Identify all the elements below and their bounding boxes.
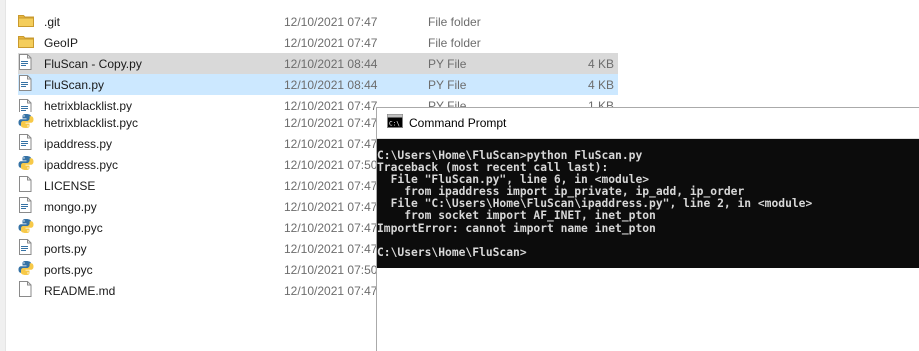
file-name: LICENSE [44, 178, 96, 193]
python-compiled-icon [18, 260, 44, 279]
file-date-modified: 12/10/2021 08:44 [284, 56, 378, 71]
py-file-icon [18, 239, 44, 258]
file-name: hetrixblacklist.py [44, 99, 133, 112]
navigation-pane-edge [0, 0, 6, 351]
console-line: from socket import AF_INET, inet_pton [377, 209, 656, 223]
svg-text:C:\: C:\ [389, 120, 400, 127]
file-type: File folder [428, 35, 481, 50]
python-compiled-icon [18, 155, 44, 174]
file-name: .git [44, 14, 61, 29]
file-name: GeoIP [44, 35, 79, 50]
console-empty-area [377, 268, 919, 351]
py-file-icon [18, 197, 44, 216]
file-name: mongo.pyc [44, 220, 103, 235]
file-date-modified: 12/10/2021 07:47 [284, 14, 378, 29]
file-name: ipaddress.py [44, 136, 113, 151]
file-type: PY File [428, 56, 467, 71]
command-prompt-window[interactable]: C:\ Command Prompt C:\Users\Home\FluScan… [376, 107, 919, 351]
folder-icon [18, 34, 44, 51]
py-file-icon [18, 54, 44, 73]
file-row[interactable]: FluScan - Copy.py 12/10/2021 08:44 PY File… [18, 53, 618, 74]
file-type: File folder [428, 14, 481, 29]
file-row[interactable]: FluScan.py 12/10/2021 08:44 PY File 4 KB [18, 74, 618, 95]
console-line: C:\Users\Home\FluScan> [377, 245, 527, 259]
screen: .git 12/10/2021 07:47 File folder GeoIP 12/1… [0, 0, 919, 351]
py-file-icon [18, 75, 44, 94]
file-date-modified: 12/10/2021 08:44 [284, 77, 378, 92]
file-size: 4 KB [587, 77, 614, 92]
file-name: README.md [44, 283, 116, 298]
file-size: 4 KB [587, 56, 614, 71]
file-type: PY File [428, 77, 467, 92]
file-name: FluScan.py [44, 77, 105, 92]
console-line: ImportError: cannot import name inet_pto… [377, 221, 656, 235]
py-file-icon [18, 99, 44, 112]
blank-file-icon [18, 176, 44, 195]
file-name: ports.py [44, 241, 87, 256]
file-name: hetrixblacklist.pyc [44, 115, 139, 130]
command-prompt-titlebar[interactable]: C:\ Command Prompt [377, 108, 919, 139]
folder-icon [18, 13, 44, 30]
command-prompt-title: Command Prompt [409, 116, 507, 130]
file-name: FluScan - Copy.py [44, 56, 142, 71]
file-row[interactable]: GeoIP 12/10/2021 07:47 File folder [18, 32, 618, 53]
command-prompt-icon: C:\ [387, 113, 403, 133]
console-output[interactable]: C:\Users\Home\FluScan>python FluScan.py T… [377, 139, 919, 268]
py-file-icon [18, 134, 44, 153]
file-name: ports.pyc [44, 262, 93, 277]
python-compiled-icon [18, 113, 44, 132]
file-name: mongo.py [44, 199, 97, 214]
file-name: ipaddress.pyc [44, 157, 119, 172]
blank-file-icon [18, 281, 44, 300]
file-date-modified: 12/10/2021 07:47 [284, 35, 378, 50]
file-row[interactable]: .git 12/10/2021 07:47 File folder [18, 11, 618, 32]
python-compiled-icon [18, 218, 44, 237]
